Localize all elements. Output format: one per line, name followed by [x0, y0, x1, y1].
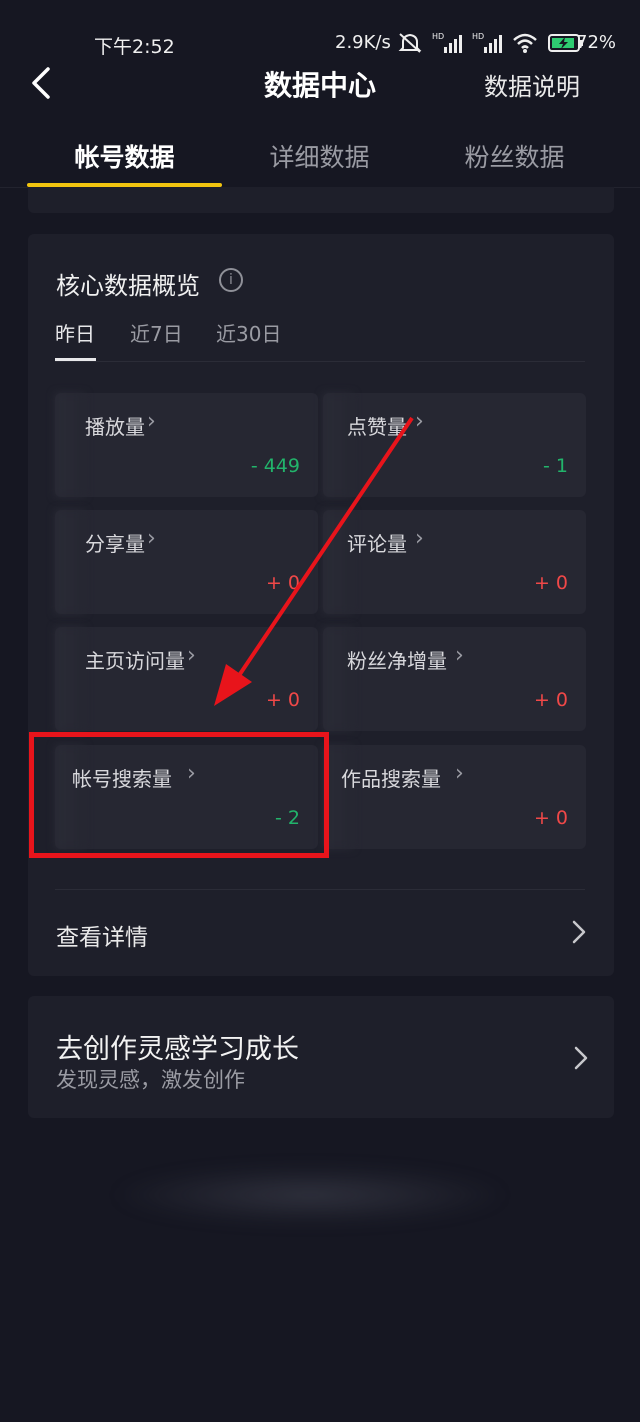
- metric-label: 点赞量: [347, 415, 407, 439]
- blur-mask: [323, 510, 353, 614]
- inspiration-subtitle: 发现灵感，激发创作: [56, 1068, 245, 1092]
- blur-mask: [323, 627, 353, 731]
- metric-label: 作品搜索量: [341, 767, 441, 791]
- chevron-right-icon[interactable]: [572, 1044, 590, 1072]
- blur-mask: [323, 393, 353, 497]
- metric-delta: + 0: [265, 689, 300, 711]
- metric-label: 粉丝净增量: [347, 649, 447, 673]
- metric-label: 主页访问量: [85, 649, 185, 673]
- wifi-icon: [513, 33, 537, 53]
- metric-delta: - 449: [250, 455, 300, 477]
- svg-text:HD: HD: [472, 32, 484, 41]
- core-overview-title: 核心数据概览: [56, 272, 200, 300]
- metric-tile-likes[interactable]: 点赞量 › - 1: [323, 393, 586, 497]
- status-time: 下午2:52: [94, 36, 175, 58]
- data-explanation-link[interactable]: 数据说明: [484, 67, 580, 102]
- hd-signal-icon: HD: [472, 32, 502, 53]
- svg-text:HD: HD: [432, 32, 444, 41]
- tab-fans-data[interactable]: 粉丝数据: [417, 138, 612, 174]
- previous-card-edge: [28, 187, 614, 213]
- status-bar: 下午2:52 2.9K/s HD HD 72%: [0, 0, 640, 64]
- range-yesterday[interactable]: 昨日: [55, 318, 95, 347]
- metric-tile-plays[interactable]: 播放量 › - 449: [55, 393, 318, 497]
- blur-mask: [55, 510, 85, 614]
- metric-label: 分享量: [85, 532, 145, 556]
- tab-account-data[interactable]: 帐号数据: [27, 138, 222, 174]
- metric-tile-net-followers[interactable]: 粉丝净增量 › + 0: [323, 627, 586, 731]
- chevron-right-icon: ›: [415, 526, 424, 551]
- metric-delta: - 1: [543, 455, 568, 477]
- mute-icon: [398, 33, 422, 53]
- range-7-days[interactable]: 近7日: [130, 318, 183, 347]
- blur-mask: [55, 627, 85, 731]
- metric-tile-comments[interactable]: 评论量 › + 0: [323, 510, 586, 614]
- hd-signal-icon: HD: [432, 32, 462, 53]
- chevron-right-icon: ›: [415, 409, 424, 434]
- chevron-right-icon: ›: [147, 409, 156, 434]
- metric-delta: + 0: [533, 689, 568, 711]
- info-icon[interactable]: i: [219, 268, 243, 292]
- chevron-right-icon: ›: [147, 526, 156, 551]
- metric-tile-profile-visits[interactable]: 主页访问量 › + 0: [55, 627, 318, 731]
- metric-delta: + 0: [265, 572, 300, 594]
- chevron-right-icon[interactable]: [570, 918, 588, 946]
- chevron-right-icon: ›: [455, 643, 464, 668]
- card-divider: [55, 889, 585, 890]
- tab-detailed-data[interactable]: 详细数据: [222, 138, 417, 174]
- status-battery: 72%: [576, 32, 617, 53]
- chevron-right-icon: ›: [187, 643, 196, 668]
- metric-delta: + 0: [533, 572, 568, 594]
- highlight-box: [29, 732, 329, 858]
- status-icons: HD HD: [398, 30, 584, 56]
- blurred-footer: [110, 1165, 510, 1225]
- metric-tile-work-searches[interactable]: 作品搜索量 › + 0: [323, 745, 586, 849]
- status-network-speed: 2.9K/s: [335, 32, 391, 53]
- chevron-right-icon: ›: [455, 761, 464, 786]
- metric-label: 评论量: [347, 532, 407, 556]
- view-details-link[interactable]: 查看详情: [56, 918, 148, 952]
- inspiration-title: 去创作灵感学习成长: [56, 1034, 299, 1065]
- range-30-days[interactable]: 近30日: [216, 318, 281, 347]
- metric-label: 播放量: [85, 415, 145, 439]
- range-divider: [55, 361, 585, 362]
- metric-delta: + 0: [533, 807, 568, 829]
- blur-mask: [55, 393, 85, 497]
- metric-tile-shares[interactable]: 分享量 › + 0: [55, 510, 318, 614]
